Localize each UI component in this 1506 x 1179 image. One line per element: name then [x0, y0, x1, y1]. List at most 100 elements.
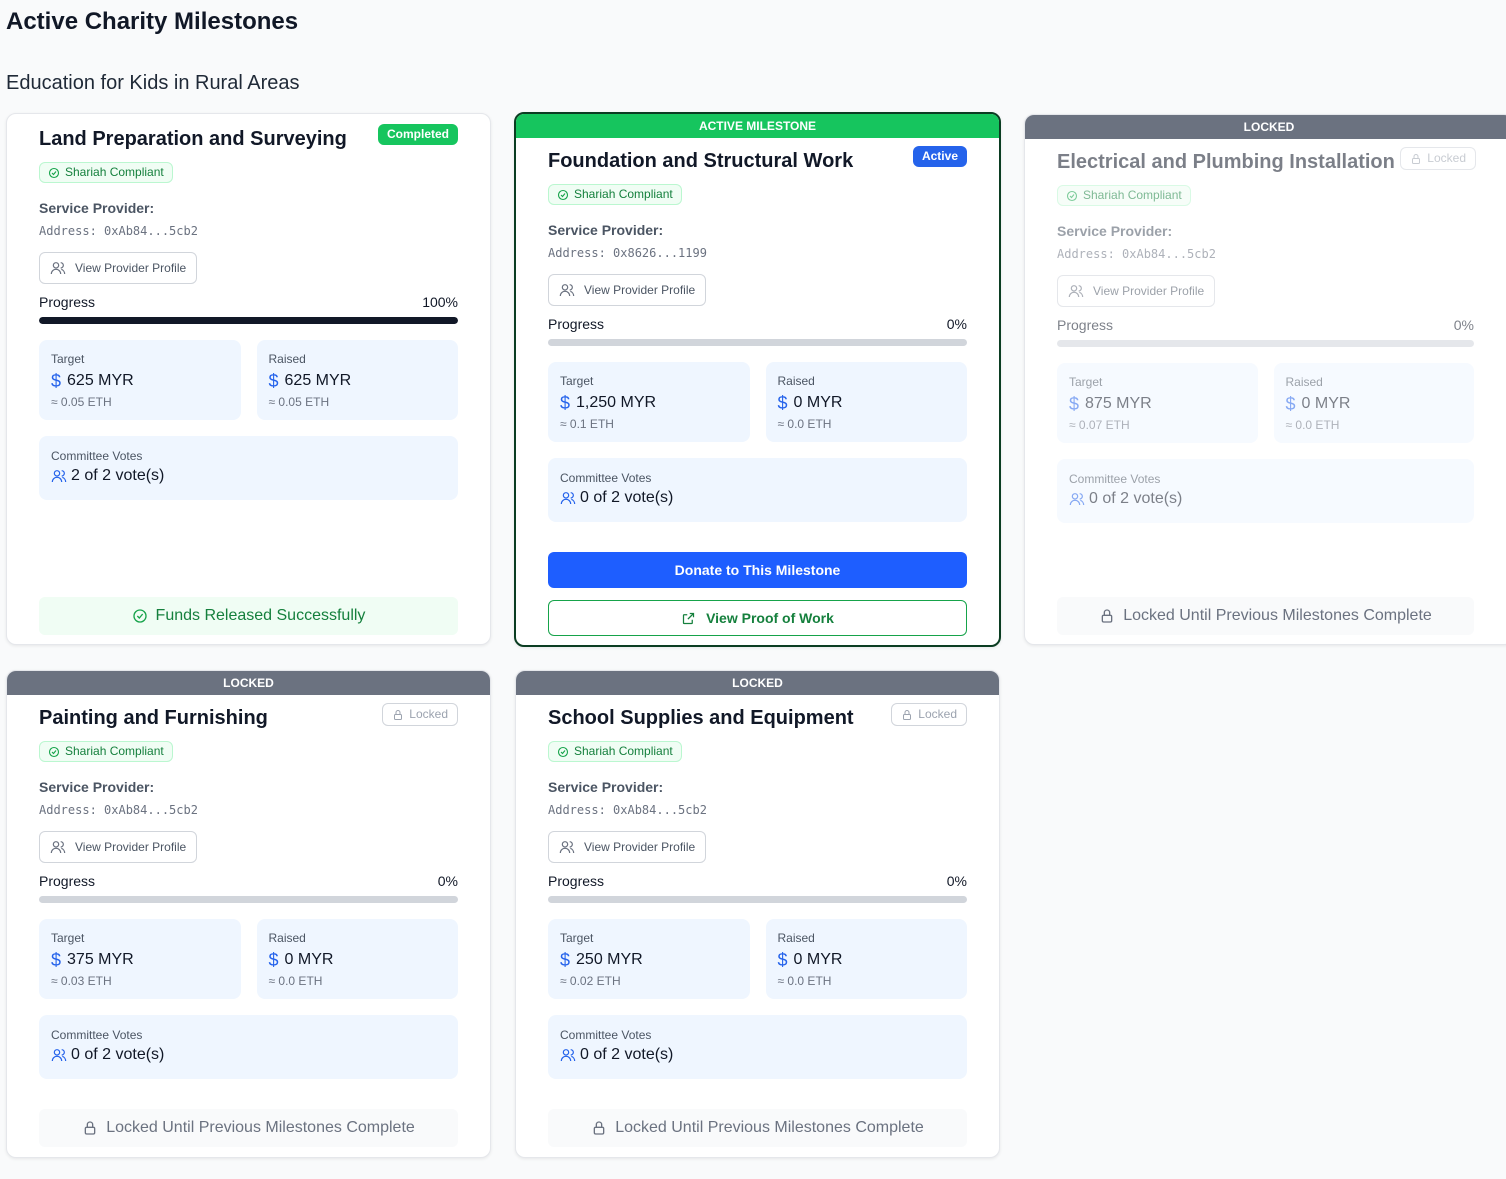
votes-count: 0 of 2 vote(s): [580, 1045, 674, 1063]
locked-banner: LOCKED: [516, 671, 999, 695]
dollar-icon: $: [51, 370, 62, 391]
provider-address: Address: 0xAb84...5cb2: [39, 223, 198, 238]
target-label: Target: [1069, 374, 1103, 389]
raised-eth: ≈ 0.0 ETH: [777, 973, 832, 988]
dollar-icon: $: [777, 392, 788, 413]
view-provider-profile-button[interactable]: View Provider Profile: [1057, 274, 1216, 307]
view-profile-label: View Provider Profile: [584, 282, 696, 297]
locked-notice: Locked Until Previous Milestones Complet…: [39, 1109, 458, 1147]
provider-address: Address: 0xAb84...5cb2: [39, 802, 198, 817]
shariah-badge: Shariah Compliant: [548, 741, 682, 762]
target-label: Target: [560, 930, 594, 945]
lock-icon: [82, 1120, 98, 1136]
committee-votes-label: Committee Votes: [560, 470, 652, 485]
view-provider-profile-button[interactable]: View Provider Profile: [39, 251, 198, 284]
locked-notice: Locked Until Previous Milestones Complet…: [548, 1109, 967, 1147]
raised-amount: 0 MYR: [1301, 395, 1351, 412]
raised-eth: ≈ 0.0 ETH: [777, 416, 832, 431]
status-label: Locked: [409, 707, 448, 721]
progress-label: Progress: [1057, 316, 1114, 333]
users-icon: [51, 468, 67, 484]
lock-icon: [1410, 153, 1422, 165]
view-profile-label: View Provider Profile: [75, 839, 187, 854]
user-icon: [50, 260, 66, 276]
target-eth: ≈ 0.03 ETH: [51, 973, 112, 988]
users-icon: [51, 1047, 67, 1063]
votes-count: 0 of 2 vote(s): [1089, 489, 1183, 507]
shariah-label: Shariah Compliant: [65, 744, 164, 758]
check-circle-icon: [557, 189, 569, 201]
shariah-label: Shariah Compliant: [574, 187, 673, 201]
committee-votes-label: Committee Votes: [1069, 471, 1161, 486]
external-link-icon: [681, 611, 696, 626]
raised-label: Raised: [268, 351, 306, 366]
locked-notice-label: Locked Until Previous Milestones Complet…: [615, 1119, 924, 1136]
committee-votes-label: Committee Votes: [560, 1027, 652, 1042]
lock-icon: [591, 1120, 607, 1136]
provider-address: Address: 0xAb84...5cb2: [548, 802, 707, 817]
view-provider-profile-button[interactable]: View Provider Profile: [548, 830, 707, 863]
milestone-card-locked: LOCKED School Supplies and Equipment Loc…: [515, 670, 1000, 1158]
raised-label: Raised: [1285, 374, 1323, 389]
target-amount: 375 MYR: [67, 951, 134, 968]
status-badge: Locked: [382, 703, 458, 726]
progress-label: Progress: [548, 872, 605, 889]
donate-button[interactable]: Donate to This Milestone: [548, 552, 967, 588]
raised-label: Raised: [777, 930, 815, 945]
locked-notice: Locked Until Previous Milestones Complet…: [1057, 597, 1474, 635]
target-box: Target $625 MYR ≈ 0.05 ETH: [39, 339, 241, 420]
raised-label: Raised: [268, 930, 306, 945]
milestone-title: Electrical and Plumbing Installation: [1057, 151, 1395, 173]
raised-box: Raised $0 MYR ≈ 0.0 ETH: [765, 361, 967, 442]
view-provider-profile-button[interactable]: View Provider Profile: [548, 273, 707, 306]
target-label: Target: [51, 930, 85, 945]
progress-percent: 0%: [437, 872, 458, 889]
raised-label: Raised: [777, 373, 815, 388]
committee-votes-box: Committee Votes 0 of 2 vote(s): [39, 1014, 458, 1079]
progress-percent: 100%: [422, 293, 458, 310]
view-profile-label: View Provider Profile: [1093, 283, 1205, 298]
votes-count: 0 of 2 vote(s): [580, 488, 674, 506]
raised-box: Raised $625 MYR ≈ 0.05 ETH: [256, 339, 458, 420]
target-amount: 250 MYR: [576, 951, 643, 968]
view-profile-label: View Provider Profile: [75, 260, 187, 275]
target-box: Target $875 MYR ≈ 0.07 ETH: [1057, 362, 1258, 443]
status-label: Locked: [918, 707, 957, 721]
check-circle-icon: [132, 608, 148, 624]
locked-notice-label: Locked Until Previous Milestones Complet…: [1123, 607, 1432, 624]
funds-released-label: Funds Released Successfully: [155, 607, 366, 624]
milestone-card-locked: LOCKED Electrical and Plumbing Installat…: [1024, 114, 1506, 645]
dollar-icon: $: [560, 949, 571, 970]
shariah-badge: Shariah Compliant: [39, 162, 173, 183]
progress-fill: [39, 316, 458, 324]
shariah-badge: Shariah Compliant: [1057, 185, 1191, 206]
progress-percent: 0%: [946, 872, 967, 889]
progress-label: Progress: [548, 315, 605, 332]
active-milestone-banner: ACTIVE MILESTONE: [516, 114, 999, 138]
votes-count: 2 of 2 vote(s): [71, 466, 165, 484]
committee-votes-box: Committee Votes 0 of 2 vote(s): [1057, 458, 1474, 523]
progress-bar: [39, 895, 458, 903]
service-provider-label: Service Provider:: [39, 778, 155, 795]
raised-eth: ≈ 0.0 ETH: [268, 973, 323, 988]
target-eth: ≈ 0.05 ETH: [51, 394, 112, 409]
locked-notice-label: Locked Until Previous Milestones Complet…: [106, 1119, 415, 1136]
status-label: Locked: [1427, 151, 1466, 165]
progress-bar: [1057, 339, 1474, 347]
target-amount: 1,250 MYR: [576, 394, 657, 411]
status-badge: Locked: [1400, 147, 1476, 170]
target-amount: 625 MYR: [67, 372, 134, 389]
view-provider-profile-button[interactable]: View Provider Profile: [39, 830, 198, 863]
user-icon: [559, 282, 575, 298]
dollar-icon: $: [268, 949, 279, 970]
committee-votes-box: Committee Votes 0 of 2 vote(s): [548, 457, 967, 522]
raised-amount: 0 MYR: [793, 394, 843, 411]
status-badge: Locked: [891, 703, 967, 726]
committee-votes-box: Committee Votes 0 of 2 vote(s): [548, 1014, 967, 1079]
dollar-icon: $: [1285, 393, 1296, 414]
check-circle-icon: [48, 167, 60, 179]
view-proof-of-work-button[interactable]: View Proof of Work: [548, 600, 967, 636]
status-badge: Completed: [377, 124, 458, 145]
votes-count: 0 of 2 vote(s): [71, 1045, 165, 1063]
target-box: Target $250 MYR ≈ 0.02 ETH: [548, 918, 750, 999]
